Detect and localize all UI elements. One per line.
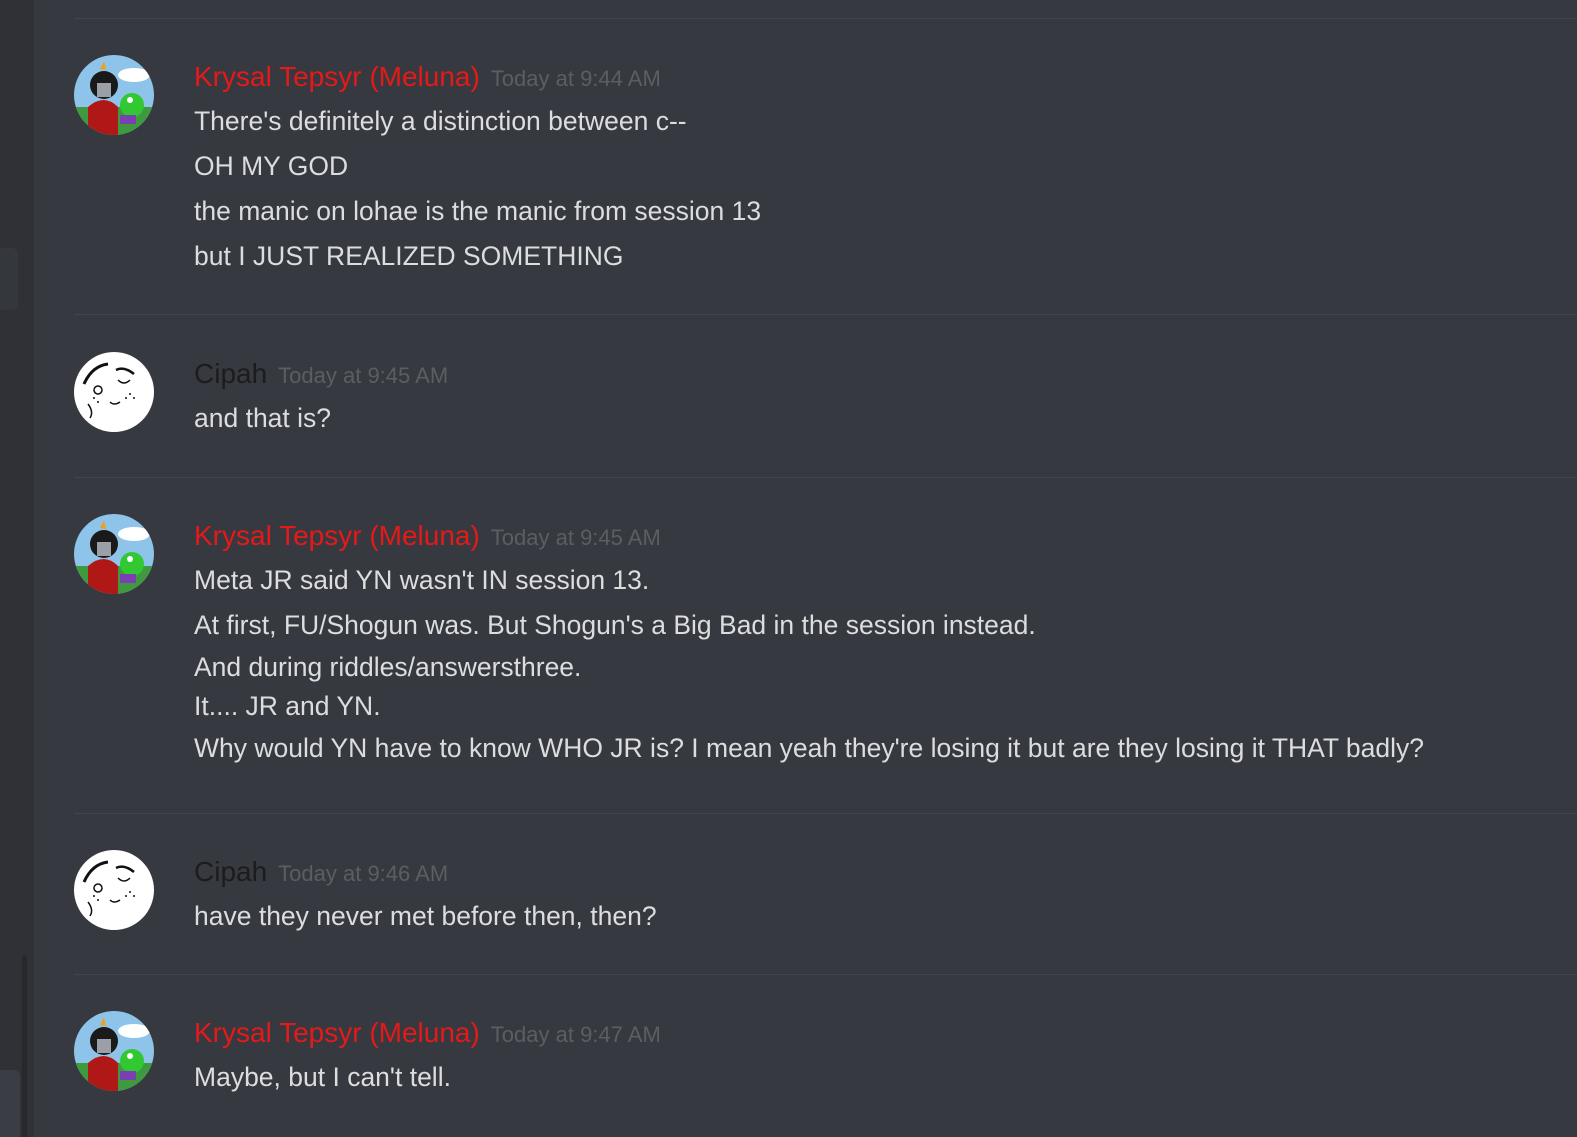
message-timestamp: Today at 9:47 AM	[490, 1022, 661, 1047]
message-divider	[74, 314, 1577, 315]
message-text: the manic on lohae is the manic from ses…	[194, 196, 762, 226]
troll-girl-avatar-icon[interactable]	[74, 55, 154, 135]
message-timestamp: Today at 9:44 AM	[490, 66, 661, 91]
message-divider	[74, 477, 1577, 478]
message-text: but I JUST REALIZED SOMETHING	[194, 241, 624, 271]
message-timestamp: Today at 9:46 AM	[278, 861, 449, 886]
message-text: There's definitely a distinction between…	[194, 106, 687, 136]
troll-girl-avatar-icon[interactable]	[74, 514, 154, 594]
message-text: Why would YN have to know WHO JR is? I m…	[194, 733, 1425, 763]
username[interactable]: Cipah	[194, 850, 267, 894]
sidebar-scrollbar[interactable]	[22, 955, 27, 1137]
message-text: Maybe, but I can't tell.	[194, 1062, 451, 1092]
username[interactable]: Krysal Tepsyr (Meluna)	[194, 514, 480, 558]
sketch-face-avatar-icon[interactable]	[74, 850, 154, 930]
message-text: At first, FU/Shogun was. But Shogun's a …	[194, 610, 1036, 640]
message-timestamp: Today at 9:45 AM	[278, 363, 449, 388]
message-text: OH MY GOD	[194, 151, 349, 181]
user-panel-edge[interactable]	[0, 1070, 20, 1137]
message-list: Krysal Tepsyr (Meluna) Today at 9:44 AM …	[34, 0, 1577, 1137]
channel-selection-indicator[interactable]	[0, 248, 18, 310]
message-text: Meta JR said YN wasn't IN session 13.	[194, 565, 650, 595]
message-text: have they never met before then, then?	[194, 901, 657, 931]
troll-girl-avatar-icon[interactable]	[74, 1011, 154, 1091]
message-text: and that is?	[194, 403, 332, 433]
message-divider	[74, 974, 1577, 975]
message-divider	[74, 813, 1577, 814]
username[interactable]: Krysal Tepsyr (Meluna)	[194, 55, 480, 99]
sketch-face-avatar-icon[interactable]	[74, 352, 154, 432]
username[interactable]: Krysal Tepsyr (Meluna)	[194, 1011, 480, 1055]
server-channel-sidebar	[0, 0, 34, 1137]
message-timestamp: Today at 9:45 AM	[490, 525, 661, 550]
message-divider	[74, 18, 1577, 19]
message-text: And during riddles/answersthree.	[194, 652, 582, 682]
message-text: It.... JR and YN.	[194, 691, 381, 721]
username[interactable]: Cipah	[194, 352, 267, 396]
